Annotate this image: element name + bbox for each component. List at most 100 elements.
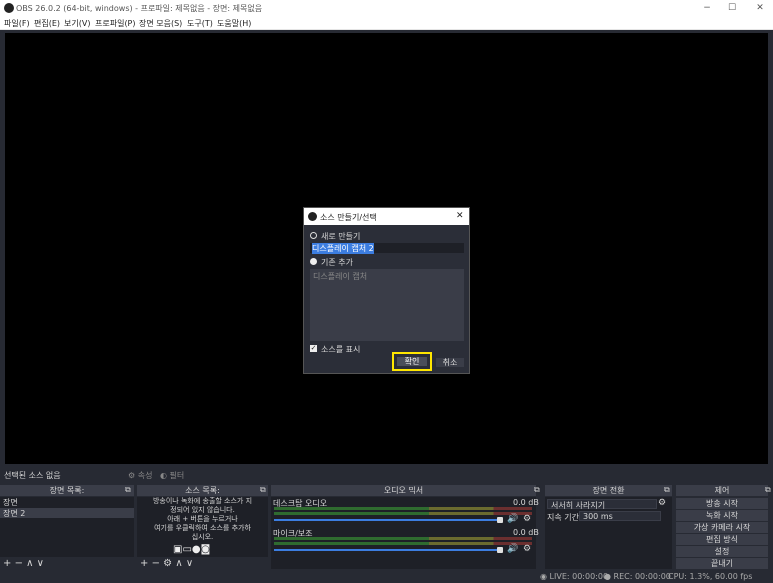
volume-slider-knob[interactable] — [497, 517, 503, 523]
menu-view[interactable]: 보기(V) — [64, 18, 90, 29]
live-status: ◉ LIVE: 00:00:00 — [540, 572, 608, 581]
move-source-down-button[interactable]: ∨ — [186, 558, 193, 569]
menu-help[interactable]: 도움말(H) — [217, 18, 251, 29]
transition-settings-icon[interactable]: ⚙ — [658, 498, 666, 508]
volume-slider[interactable] — [274, 519, 499, 521]
menu-edit[interactable]: 편집(E) — [34, 18, 60, 29]
create-select-source-dialog: 소스 만들기/선택 ✕ 새로 만들기 디스플레이 캡처 2 기존 추가 디스플레… — [303, 207, 470, 374]
scene-item[interactable]: 장면 2 — [0, 508, 134, 518]
exit-button[interactable]: 끝내기 — [676, 558, 768, 569]
rec-status: ● REC: 00:00:00 — [604, 572, 671, 581]
scenes-list[interactable]: 장면 장면 2 — [0, 497, 134, 557]
gear-icon[interactable]: ⚙ — [523, 544, 531, 554]
start-recording-button[interactable]: 녹화 시작 — [676, 510, 768, 521]
controls-dock-icon[interactable]: ⧉ — [765, 485, 771, 495]
volume-meter — [274, 542, 532, 545]
controls-header: 제어 — [676, 485, 768, 496]
volume-slider[interactable] — [274, 549, 499, 551]
studio-mode-button[interactable]: 편집 방식 — [676, 534, 768, 545]
move-scene-down-button[interactable]: ∨ — [37, 558, 44, 569]
source-settings-button[interactable]: ⚙ — [163, 558, 172, 569]
speaker-icon[interactable]: 🔊 — [507, 514, 518, 524]
controls-header-label: 제어 — [714, 486, 730, 495]
ok-button[interactable]: 확인 — [397, 357, 427, 366]
create-new-label: 새로 만들기 — [321, 232, 361, 241]
scenes-header: 장면 목록: — [0, 485, 134, 496]
display-icon: ▭ — [182, 544, 192, 555]
show-source-checkbox[interactable]: ✓ — [310, 345, 317, 352]
camera-icon: ◙ — [200, 544, 211, 555]
mixer-channel-level: 0.0 dB — [513, 498, 539, 507]
remove-scene-button[interactable]: − — [15, 558, 23, 569]
add-source-button[interactable]: + — [140, 558, 148, 569]
properties-button[interactable]: ⚙ 속성 — [128, 470, 152, 481]
mixer-channel-level: 0.0 dB — [513, 528, 539, 537]
scenes-footer: + − ∧ ∨ — [3, 558, 44, 569]
duration-label: 지속 기간 — [547, 513, 579, 522]
menu-profile[interactable]: 프로파일(P) — [95, 18, 136, 29]
transitions-panel: 서서히 사라지기 ⚙ 지속 기간 300 ms — [545, 497, 672, 569]
mixer-header: 오디오 믹서 — [271, 485, 536, 496]
minimize-button[interactable]: − — [697, 1, 717, 15]
add-scene-button[interactable]: + — [3, 558, 11, 569]
gear-icon: ⚙ — [128, 471, 136, 480]
dialog-title: 소스 만들기/선택 — [320, 213, 377, 222]
obs-logo-icon — [4, 3, 14, 13]
sources-dock-icon[interactable]: ⧉ — [260, 485, 266, 495]
speaker-icon[interactable]: 🔊 — [507, 544, 518, 554]
volume-slider-knob[interactable] — [497, 547, 503, 553]
window-title: OBS 26.0.2 (64-bit, windows) - 프로파일: 제목없… — [16, 4, 263, 13]
live-icon: ◉ — [540, 572, 547, 581]
live-time: LIVE: 00:00:00 — [549, 572, 609, 581]
audio-mixer: 데스크탑 오디오 0.0 dB 🔊 ⚙ 마이크/보조 0.0 dB 🔊 ⚙ — [271, 497, 539, 569]
transition-select[interactable]: 서서히 사라지기 — [547, 499, 657, 510]
duration-input[interactable]: 300 ms — [579, 511, 661, 521]
transitions-dock-icon[interactable]: ⧉ — [664, 485, 670, 495]
cancel-button[interactable]: 취소 — [436, 358, 464, 367]
existing-source-item[interactable]: 디스플레이 캡처 — [313, 271, 367, 282]
scenes-dock-icon[interactable]: ⧉ — [125, 485, 131, 495]
no-source-selected-label: 선택된 소스 없음 — [4, 471, 61, 480]
ok-button-highlight: 확인 — [392, 352, 432, 371]
mixer-dock-icon[interactable]: ⧉ — [534, 485, 540, 495]
close-button[interactable]: ✕ — [750, 1, 770, 15]
scene-item[interactable]: 장면 — [3, 497, 18, 508]
dialog-close-button[interactable]: ✕ — [456, 211, 464, 221]
scenes-header-label: 장면 목록: — [49, 486, 85, 495]
transitions-header: 장면 전환 — [545, 485, 672, 496]
source-type-icons: ▣▭●◙ — [173, 544, 210, 555]
start-streaming-button[interactable]: 방송 시작 — [676, 498, 768, 509]
new-source-name-input[interactable]: 디스플레이 캡처 2 — [310, 243, 464, 254]
gear-icon[interactable]: ⚙ — [523, 514, 531, 524]
volume-meter — [274, 512, 532, 515]
move-source-up-button[interactable]: ∧ — [175, 558, 182, 569]
existing-sources-list[interactable]: 디스플레이 캡처 — [310, 269, 464, 341]
menu-file[interactable]: 파일(F) — [4, 18, 30, 29]
cpu-status: CPU: 1.3%, 60.00 fps — [668, 572, 753, 581]
sources-header: 소스 목록: — [137, 485, 268, 496]
menu-scene-collection[interactable]: 장면 모음(S) — [139, 18, 182, 29]
transition-select-value: 서서히 사라지기 — [551, 501, 606, 510]
settings-button[interactable]: 설정 — [676, 546, 768, 557]
sources-list[interactable]: 방송이나 녹화에 송출할 소스가 지 정되어 있지 않습니다. 아래 + 버튼을… — [137, 497, 268, 557]
filter-icon: ◐ — [160, 471, 167, 480]
menu-tools[interactable]: 도구(T) — [187, 18, 213, 29]
add-existing-radio[interactable] — [310, 258, 317, 265]
new-source-name-value: 디스플레이 캡처 2 — [312, 243, 374, 254]
create-new-radio[interactable] — [310, 232, 317, 239]
source-toolbar: 선택된 소스 없음 ⚙ 속성 ◐ 필터 — [0, 468, 773, 482]
start-virtual-camera-button[interactable]: 가상 카메라 시작 — [676, 522, 768, 533]
dialog-title-bar: 소스 만들기/선택 ✕ — [304, 208, 469, 225]
status-bar: ◉ LIVE: 00:00:00 ● REC: 00:00:00 CPU: 1.… — [0, 571, 773, 583]
add-existing-label: 기존 추가 — [321, 258, 353, 267]
duration-value: 300 ms — [583, 512, 613, 521]
transitions-header-label: 장면 전환 — [592, 486, 625, 495]
properties-label: 속성 — [137, 471, 153, 480]
maximize-button[interactable]: ☐ — [722, 1, 742, 15]
remove-source-button[interactable]: − — [152, 558, 160, 569]
filters-button[interactable]: ◐ 필터 — [160, 470, 184, 481]
move-scene-up-button[interactable]: ∧ — [26, 558, 33, 569]
mixer-header-label: 오디오 믹서 — [383, 486, 424, 495]
show-source-label: 소스를 표시 — [321, 345, 361, 354]
obs-logo-icon — [308, 212, 317, 221]
